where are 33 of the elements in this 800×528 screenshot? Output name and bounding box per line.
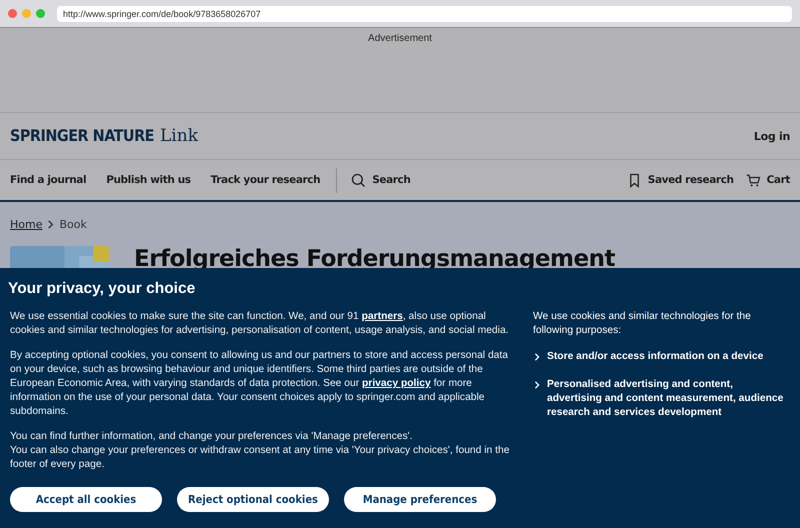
banner-paragraph: You can find further information, and change your preferences via 'Manage preferences'. You can also change your preferences or withdraw consent at any time via 'Your privacy choices', found in the footer of every page. [10,430,510,472]
chevron-icon [46,220,56,229]
advertisement-label: Advertisement [368,33,432,46]
text-link[interactable]: privacy policy [362,378,431,389]
purpose-item[interactable]: Personalised advertising and content, advertising and content measurement, audience research and services development [547,378,790,420]
cart-icon [746,172,761,188]
saved-research-link[interactable]: Saved research [626,172,734,188]
login-link[interactable]: Log in [754,130,790,142]
text-link[interactable]: partners [362,311,403,322]
manage-preferences-button[interactable]: Manage preferences [344,487,496,512]
banner-title: Your privacy, your choice [8,280,196,298]
reject-optional-button[interactable]: Reject optional cookies [177,487,329,512]
search-icon [351,172,366,188]
accept-all-button[interactable]: Accept all cookies [10,487,162,512]
close-window-button[interactable] [8,9,17,18]
breadcrumb-current: Book [59,218,87,231]
minimize-window-button[interactable] [22,9,31,18]
nav-link[interactable]: Find a journal [10,174,86,186]
banner-paragraph: By accepting optional cookies, you consent to allowing us and our partners to store and access personal data on your device, such as browsing behaviour and unique identifiers. Some third parties are outside of the European Economic Area, with varying standards of data protection. See our privacy policy for more information on the use of your personal data. Your consent choices apply to springer.com and applicable subdomains. [10,349,509,419]
banner-paragraph: We use essential cookies to make sure the site can function. We, and our 91 partners, also use optional cookies and similar technologies for advertising, personalisation of content, usage analysis, and social media. [10,310,510,338]
search-link[interactable]: Search [351,172,410,188]
purpose-item[interactable]: Store and/or access information on a device [547,350,764,364]
breadcrumb-link[interactable]: Home [10,218,42,231]
purposes-intro: We use cookies and similar technologies for the following purposes: [533,310,752,338]
book-title: Erfolgreiches Forderungsmanagement [134,246,615,272]
zoom-window-button[interactable] [36,9,45,18]
nav-link[interactable]: Track your research [210,174,320,186]
chevron-icon[interactable] [533,381,541,389]
logo[interactable]: SPRINGER NATURE Link [10,126,198,146]
chevron-icon[interactable] [533,353,541,361]
nav-link[interactable]: Publish with us [106,174,191,186]
cart-link[interactable]: Cart [746,172,790,188]
address-bar[interactable]: http://www.springer.com/de/book/9783658026707 [57,6,792,22]
